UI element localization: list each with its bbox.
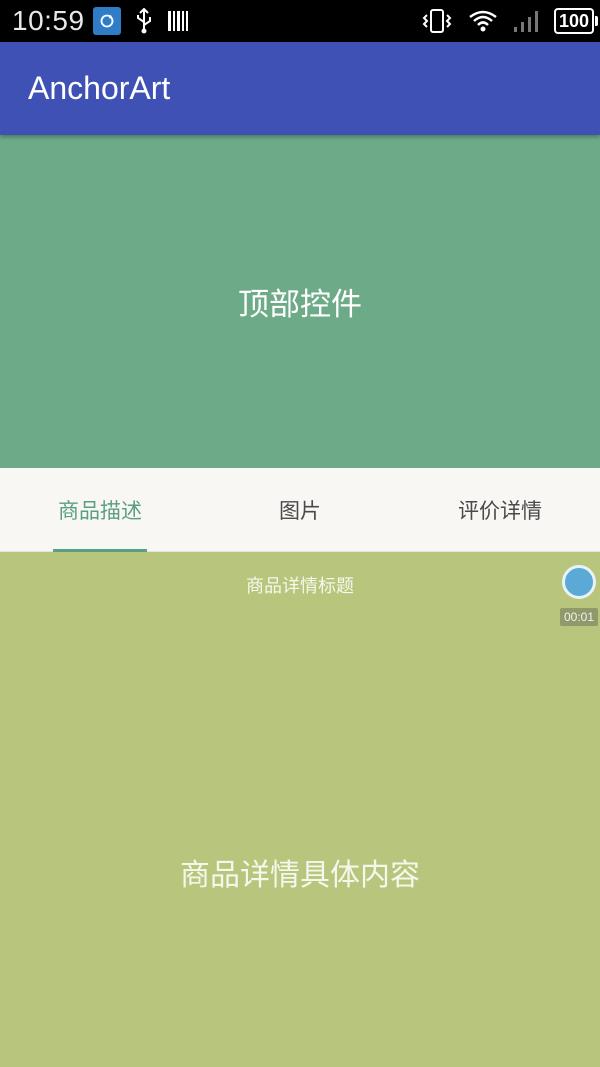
content-body: 商品详情具体内容 [180,858,420,893]
battery-icon: 100 [553,8,599,34]
record-timer: 00:01 [559,608,598,626]
status-bar: 10:59 100 [0,0,600,42]
tab-description[interactable]: 商品描述 [0,468,200,551]
app-bar: AnchorArt [0,42,600,135]
content-area[interactable]: 商品详情标题 商品详情具体内容 [0,552,600,1067]
app-title: AnchorArt [28,70,171,106]
top-panel-label: 顶部控件 [238,287,362,323]
sync-icon [92,7,121,35]
status-time: 10:59 [12,5,85,36]
tab-bar: 商品描述 图片 评价详情 [0,468,600,552]
vibrate-icon [420,8,454,34]
tab-reviews-label: 评价详情 [458,498,542,523]
barcode-icon [167,9,189,33]
tab-reviews[interactable]: 评价详情 [400,468,600,551]
tab-description-label: 商品描述 [58,498,142,523]
record-button[interactable] [562,565,596,599]
tab-images-label: 图片 [279,498,321,523]
signal-icon [512,9,540,33]
usb-icon [135,8,153,34]
wifi-icon [468,9,498,33]
tab-images[interactable]: 图片 [200,468,400,551]
content-title: 商品详情标题 [246,576,354,597]
top-panel: 顶部控件 [0,135,600,468]
